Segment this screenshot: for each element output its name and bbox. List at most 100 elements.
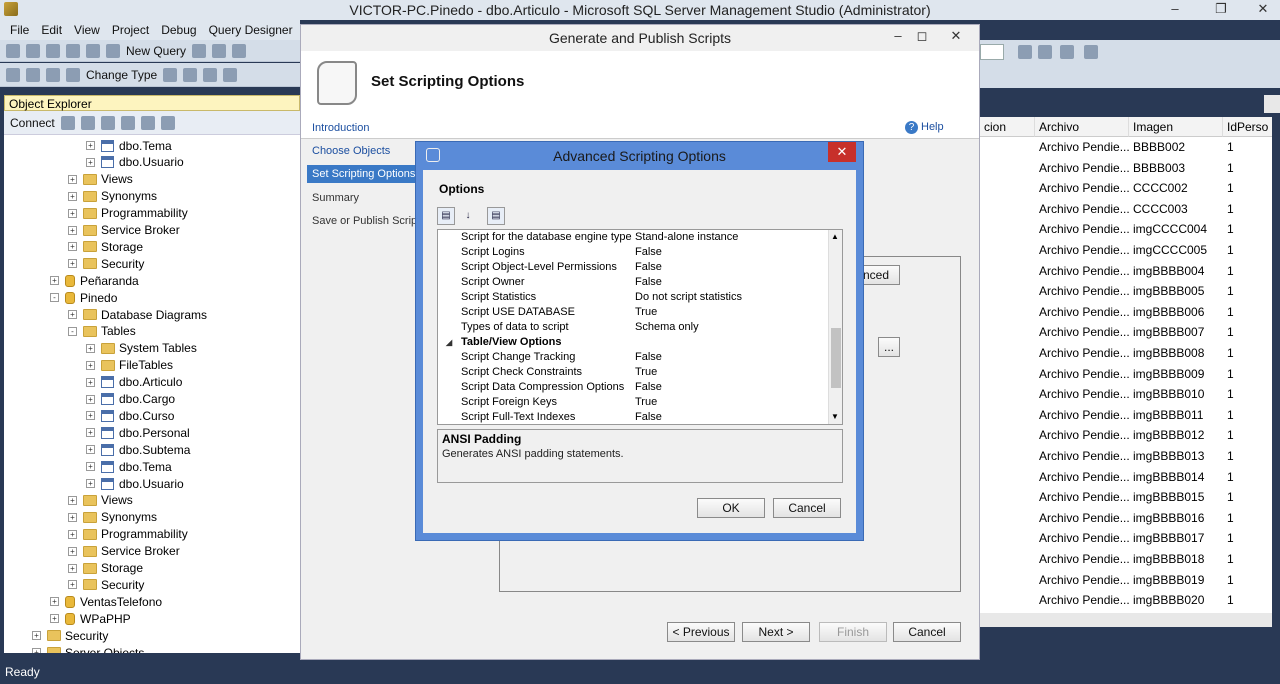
tree-node[interactable]: + Database Diagrams — [68, 306, 207, 323]
expand-toggle-icon[interactable]: + — [86, 428, 95, 438]
expand-toggle-icon[interactable]: + — [86, 394, 95, 404]
expand-toggle-icon[interactable]: + — [68, 529, 77, 539]
show-diagram-icon[interactable] — [6, 67, 20, 82]
grid-cell[interactable]: 1 — [1223, 302, 1272, 323]
next-button[interactable]: Next > — [742, 622, 810, 642]
property-category[interactable]: ◢ Table/View Options — [438, 335, 828, 350]
grid-cell[interactable]: Archivo Pendie... — [1035, 178, 1129, 199]
stop-icon[interactable] — [100, 115, 115, 130]
grid-cell[interactable]: Archivo Pendie... — [1035, 302, 1129, 323]
wizard-nav-item[interactable]: Set Scripting Options — [307, 165, 417, 183]
advanced-close-icon[interactable]: ✕ — [828, 142, 856, 162]
expand-toggle-icon[interactable]: + — [68, 225, 77, 235]
tree-node[interactable]: - Pinedo — [50, 289, 117, 306]
grid-cell[interactable]: imgBBBB007 — [1129, 322, 1223, 343]
menu-project[interactable]: Project — [106, 23, 155, 37]
grid-column-header[interactable]: cion — [980, 117, 1035, 137]
grid-cell[interactable]: 1 — [1223, 446, 1272, 467]
tree-node[interactable]: + Synonyms — [68, 188, 157, 205]
tree-node[interactable]: + dbo.Cargo — [86, 391, 175, 408]
grid-cell[interactable]: Archivo Pendie... — [1035, 261, 1129, 282]
grid-cell[interactable]: 1 — [1223, 364, 1272, 385]
expand-toggle-icon[interactable]: + — [68, 191, 77, 201]
property-value[interactable]: False — [635, 380, 662, 395]
tree-node[interactable]: + Service Broker — [68, 543, 180, 560]
grid-cell[interactable]: Archivo Pendie... — [1035, 570, 1129, 591]
grid-cell[interactable]: Archivo Pendie... — [1035, 199, 1129, 220]
grid-cell[interactable]: Archivo Pendie... — [1035, 240, 1129, 261]
tree-node[interactable]: + Storage — [68, 560, 143, 577]
grid-cell[interactable]: imgCCCC005 — [1129, 240, 1223, 261]
grid-vertical-scrollbar[interactable] — [1264, 95, 1280, 113]
menu-query-designer[interactable]: Query Designer — [203, 23, 299, 37]
grid-cell[interactable]: BBBB003 — [1129, 158, 1223, 179]
grid-cell[interactable]: BBBB002 — [1129, 137, 1223, 158]
show-grid-icon[interactable] — [26, 67, 40, 82]
save-icon[interactable] — [66, 43, 80, 58]
grid-horizontal-scrollbar[interactable] — [980, 613, 1272, 627]
grid-cell[interactable]: imgBBBB018 — [1129, 549, 1223, 570]
grid-column-header[interactable]: IdPerso — [1223, 117, 1272, 137]
expand-toggle-icon[interactable]: + — [86, 411, 95, 421]
expand-toggle-icon[interactable]: - — [50, 293, 59, 303]
grid-cell[interactable]: Archivo Pendie... — [1035, 343, 1129, 364]
grid-cell[interactable]: imgBBBB012 — [1129, 425, 1223, 446]
tree-node[interactable]: + Security — [68, 255, 144, 272]
tree-node[interactable]: + Programmability — [68, 526, 188, 543]
tree-node[interactable]: + FileTables — [86, 357, 173, 374]
tree-node[interactable]: + Security — [32, 627, 108, 644]
property-value[interactable]: Do not script statistics — [635, 290, 742, 305]
tree-node[interactable]: + Views — [68, 492, 133, 509]
new-query-icon[interactable] — [106, 43, 120, 58]
grid-cell[interactable]: imgBBBB005 — [1129, 281, 1223, 302]
expand-toggle-icon[interactable]: + — [86, 343, 95, 353]
tree-node[interactable]: + dbo.Usuario — [86, 475, 184, 492]
restore-icon[interactable]: ❐ — [1206, 0, 1236, 18]
grid-cell[interactable]: 1 — [1223, 219, 1272, 240]
grid-cell[interactable]: 1 — [1223, 384, 1272, 405]
expand-toggle-icon[interactable]: + — [68, 495, 77, 505]
expand-toggle-icon[interactable]: + — [68, 310, 77, 319]
property-grid-scrollbar[interactable]: ▲ ▼ — [828, 230, 842, 424]
grid-cell[interactable]: 1 — [1223, 405, 1272, 426]
tree-node[interactable]: + Programmability — [68, 205, 188, 222]
property-row[interactable]: Script Statistics Do not script statistic… — [438, 290, 828, 305]
grid-cell[interactable]: 1 — [1223, 590, 1272, 611]
grid-cell[interactable]: Archivo Pendie... — [1035, 467, 1129, 488]
grid-cell[interactable]: imgBBBB008 — [1129, 343, 1223, 364]
tree-node[interactable]: + Synonyms — [68, 509, 157, 526]
connect-button[interactable]: Connect — [10, 116, 55, 130]
group-by-icon[interactable] — [203, 67, 218, 82]
grid-cell[interactable]: 1 — [1223, 322, 1272, 343]
expand-toggle-icon[interactable]: + — [68, 242, 77, 252]
minimize-icon[interactable]: – — [1160, 0, 1190, 18]
advanced-cancel-button[interactable]: Cancel — [773, 498, 841, 518]
grid-cell[interactable]: imgBBBB011 — [1129, 405, 1223, 426]
dialog-maximize-icon[interactable]: ◻ — [907, 27, 937, 45]
grid-cell[interactable]: CCCC002 — [1129, 178, 1223, 199]
show-results-icon[interactable] — [66, 67, 80, 82]
expand-toggle-icon[interactable]: + — [50, 276, 59, 286]
expand-toggle-icon[interactable]: + — [86, 479, 95, 488]
expand-toggle-icon[interactable]: + — [86, 462, 95, 472]
tree-node[interactable]: + Server Objects — [32, 644, 144, 653]
query-analysis-icon[interactable] — [212, 43, 227, 58]
scroll-thumb[interactable] — [831, 328, 841, 388]
expand-toggle-icon[interactable]: + — [50, 597, 59, 607]
grid-cell[interactable]: Archivo Pendie... — [1035, 528, 1129, 549]
expand-toggle-icon[interactable]: + — [68, 563, 77, 573]
property-row[interactable]: Script Change Tracking False — [438, 350, 828, 365]
activity-monitor-icon[interactable] — [160, 115, 175, 130]
help-link[interactable]: Help — [921, 121, 944, 133]
grid-cell[interactable]: imgBBBB010 — [1129, 384, 1223, 405]
tree-node[interactable]: + Security — [68, 576, 144, 593]
tree-node[interactable]: + Views — [68, 171, 133, 188]
scroll-down-icon[interactable]: ▼ — [831, 412, 839, 421]
grid-cell[interactable]: CCCC003 — [1129, 199, 1223, 220]
property-row[interactable]: Script Check Constraints True — [438, 365, 828, 380]
grid-cell[interactable]: imgBBBB020 — [1129, 590, 1223, 611]
expand-toggle-icon[interactable]: + — [68, 580, 77, 590]
expand-toggle-icon[interactable]: + — [86, 141, 95, 150]
expand-toggle-icon[interactable]: + — [32, 648, 41, 653]
save-all-icon[interactable] — [86, 43, 100, 58]
